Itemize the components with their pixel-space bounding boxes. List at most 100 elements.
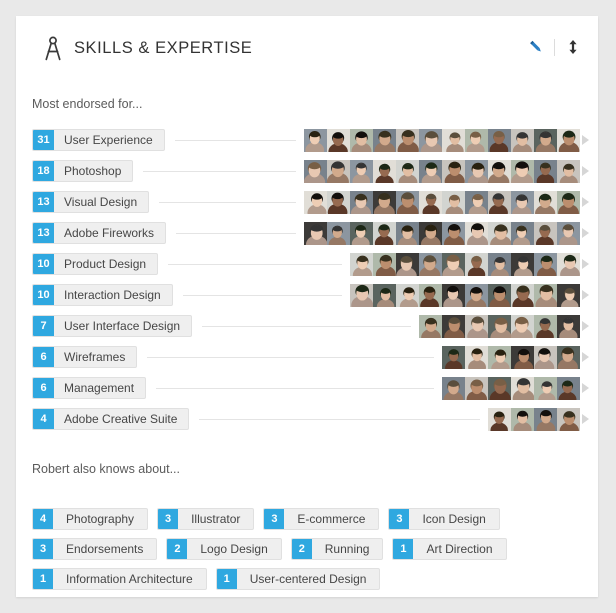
chevron-right-icon[interactable] (582, 259, 589, 269)
avatar[interactable] (465, 160, 488, 183)
avatar[interactable] (465, 346, 488, 369)
avatar[interactable] (534, 377, 557, 400)
avatar[interactable] (442, 284, 465, 307)
chevron-right-icon[interactable] (582, 135, 589, 145)
avatar[interactable] (442, 222, 465, 245)
avatar[interactable] (488, 377, 511, 400)
skill-pill[interactable]: 13 Adobe Fireworks (32, 222, 167, 244)
avatar[interactable] (419, 222, 442, 245)
avatar[interactable] (396, 284, 419, 307)
avatar[interactable] (419, 284, 442, 307)
avatar[interactable] (557, 284, 580, 307)
avatar[interactable] (327, 129, 350, 152)
avatar[interactable] (534, 315, 557, 338)
avatar[interactable] (511, 408, 534, 431)
avatar[interactable] (511, 222, 534, 245)
avatar[interactable] (304, 160, 327, 183)
avatar[interactable] (488, 129, 511, 152)
avatar[interactable] (534, 160, 557, 183)
skill-pill[interactable]: 31 User Experience (32, 129, 165, 151)
avatar[interactable] (442, 377, 465, 400)
avatar[interactable] (488, 284, 511, 307)
also-knows-pill[interactable]: 3 E-commerce (263, 508, 380, 530)
chevron-right-icon[interactable] (582, 383, 589, 393)
avatar[interactable] (419, 191, 442, 214)
avatar[interactable] (419, 160, 442, 183)
avatar[interactable] (557, 191, 580, 214)
avatar[interactable] (442, 315, 465, 338)
avatar[interactable] (511, 191, 534, 214)
skill-pill[interactable]: 13 Visual Design (32, 191, 150, 213)
avatar[interactable] (557, 315, 580, 338)
pencil-icon[interactable] (527, 38, 545, 56)
avatar[interactable] (465, 253, 488, 276)
chevron-right-icon[interactable] (582, 414, 589, 424)
avatar[interactable] (557, 160, 580, 183)
avatar[interactable] (350, 253, 373, 276)
avatar[interactable] (511, 129, 534, 152)
avatar[interactable] (419, 315, 442, 338)
also-knows-pill[interactable]: 1 User-centered Design (215, 568, 381, 590)
avatar[interactable] (465, 315, 488, 338)
avatar[interactable] (465, 222, 488, 245)
avatar[interactable] (557, 253, 580, 276)
skill-pill[interactable]: 10 Interaction Design (32, 284, 173, 306)
skill-pill[interactable]: 10 Product Design (32, 253, 159, 275)
avatar[interactable] (511, 284, 534, 307)
avatar[interactable] (488, 191, 511, 214)
avatar[interactable] (327, 160, 350, 183)
avatar[interactable] (442, 346, 465, 369)
avatar[interactable] (327, 191, 350, 214)
also-knows-pill[interactable]: 1 Information Architecture (32, 568, 207, 590)
also-knows-pill[interactable]: 2 Running (290, 538, 384, 560)
chevron-right-icon[interactable] (582, 228, 589, 238)
chevron-right-icon[interactable] (582, 290, 589, 300)
avatar[interactable] (373, 191, 396, 214)
avatar[interactable] (534, 408, 557, 431)
avatar[interactable] (534, 346, 557, 369)
avatar[interactable] (350, 129, 373, 152)
avatar[interactable] (304, 129, 327, 152)
avatar[interactable] (511, 160, 534, 183)
avatar[interactable] (511, 253, 534, 276)
chevron-right-icon[interactable] (582, 321, 589, 331)
avatar[interactable] (373, 253, 396, 276)
avatar[interactable] (396, 129, 419, 152)
avatar[interactable] (350, 191, 373, 214)
skill-pill[interactable]: 4 Adobe Creative Suite (32, 408, 190, 430)
vertical-arrows-icon[interactable] (564, 38, 582, 56)
avatar[interactable] (534, 191, 557, 214)
avatar[interactable] (350, 222, 373, 245)
avatar[interactable] (488, 408, 511, 431)
avatar[interactable] (557, 377, 580, 400)
also-knows-pill[interactable]: 3 Illustrator (157, 508, 255, 530)
avatar[interactable] (442, 191, 465, 214)
avatar[interactable] (511, 377, 534, 400)
avatar[interactable] (534, 284, 557, 307)
avatar[interactable] (350, 284, 373, 307)
avatar[interactable] (465, 377, 488, 400)
also-knows-pill[interactable]: 3 Endorsements (32, 538, 158, 560)
avatar[interactable] (557, 129, 580, 152)
avatar[interactable] (511, 315, 534, 338)
avatar[interactable] (557, 222, 580, 245)
avatar[interactable] (396, 191, 419, 214)
skill-pill[interactable]: 18 Photoshop (32, 160, 134, 182)
avatar[interactable] (373, 222, 396, 245)
avatar[interactable] (534, 129, 557, 152)
avatar[interactable] (488, 160, 511, 183)
also-knows-pill[interactable]: 1 Art Direction (392, 538, 507, 560)
avatar[interactable] (396, 222, 419, 245)
avatar[interactable] (304, 222, 327, 245)
skill-pill[interactable]: 6 Management (32, 377, 147, 399)
skill-pill[interactable]: 6 Wireframes (32, 346, 138, 368)
chevron-right-icon[interactable] (582, 197, 589, 207)
avatar[interactable] (488, 253, 511, 276)
also-knows-pill[interactable]: 4 Photography (32, 508, 149, 530)
avatar[interactable] (465, 191, 488, 214)
chevron-right-icon[interactable] (582, 166, 589, 176)
avatar[interactable] (534, 253, 557, 276)
avatar[interactable] (488, 222, 511, 245)
avatar[interactable] (419, 129, 442, 152)
avatar[interactable] (557, 408, 580, 431)
